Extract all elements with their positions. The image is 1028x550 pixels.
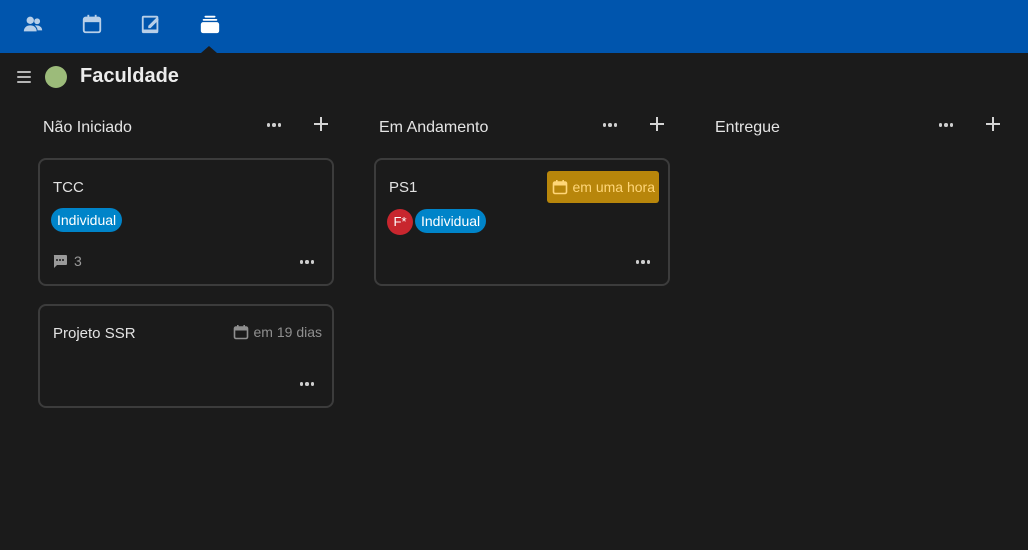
more-horizontal-icon [938,123,943,127]
contacts-app-button[interactable] [21,12,45,36]
card-title: PS1 [389,179,418,196]
card-label: Individual [51,208,123,232]
calendar-app-button[interactable] [80,12,104,36]
card-more-button[interactable] [296,376,318,392]
more-horizontal-icon [299,260,304,264]
hamburger-icon [17,71,31,73]
more-horizontal-icon [635,260,640,264]
stack-nao-iniciado: Não Iniciado TCC Individual 3 Projeto SS… [38,103,334,408]
due-date-text: em 19 dias [253,324,322,340]
calendar-icon [82,14,102,34]
more-horizontal-icon [602,123,607,127]
due-date: em 19 dias [233,324,322,340]
stack-header: Não Iniciado [38,103,334,153]
stack-header: Em Andamento [374,103,670,153]
due-date-text: em uma hora [572,179,655,195]
active-app-indicator [201,46,217,53]
deck-icon [200,15,220,34]
comments-indicator[interactable]: 3 [52,253,82,269]
menu-toggle-button[interactable] [15,70,33,84]
card-ps1[interactable]: PS1 em uma hora F* Individual [374,158,670,286]
card-projeto-ssr[interactable]: Projeto SSR em 19 dias [38,304,334,408]
calendar-icon [233,325,248,340]
stack-more-button[interactable] [262,115,286,135]
card-title: TCC [53,179,84,196]
stack-header: Entregue [710,103,1006,153]
card-title: Projeto SSR [53,325,136,342]
due-date: em uma hora [546,171,659,203]
card-more-button[interactable] [296,254,318,270]
assignee-avatar[interactable]: F* [387,209,413,235]
calendar-icon [552,180,567,195]
board-header: Faculdade [0,53,1028,103]
stack-em-andamento: Em Andamento PS1 em uma hora F* Individu… [374,103,670,286]
stack-title[interactable]: Não Iniciado [43,119,132,137]
board-color-dot [45,66,67,88]
notes-icon [141,15,159,34]
card-tcc[interactable]: TCC Individual 3 [38,158,334,286]
comment-icon [53,255,67,268]
deck-app-button[interactable] [198,12,222,36]
more-horizontal-icon [266,123,271,127]
add-card-button[interactable] [646,113,668,135]
notes-app-button[interactable] [139,12,163,36]
stack-title[interactable]: Em Andamento [379,119,488,137]
stack-more-button[interactable] [934,115,958,135]
more-horizontal-icon [299,382,304,386]
card-label: Individual [415,209,487,233]
comments-count: 3 [74,253,82,269]
stack-entregue: Entregue [710,103,1006,153]
top-navigation-bar [0,0,1028,53]
contacts-icon [23,16,43,32]
add-card-button[interactable] [982,113,1004,135]
board-title: Faculdade [80,65,179,87]
stack-more-button[interactable] [598,115,622,135]
stack-title[interactable]: Entregue [715,119,780,137]
card-more-button[interactable] [632,254,654,270]
add-card-button[interactable] [310,113,332,135]
